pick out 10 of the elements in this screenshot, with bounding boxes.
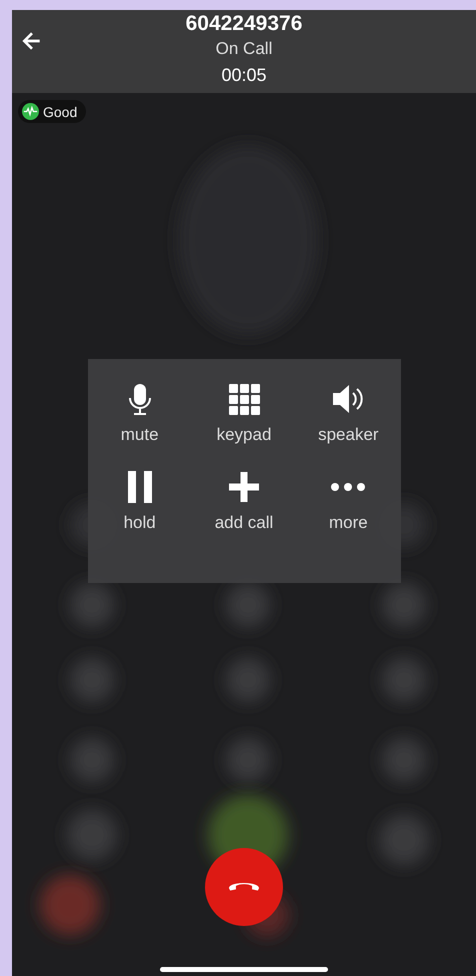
quality-label: Good: [43, 104, 78, 120]
phone-number: 6042249376: [186, 12, 302, 36]
call-control-button[interactable]: more: [296, 469, 400, 533]
call-control-button[interactable]: add call: [192, 469, 296, 533]
call-timer: 00:05: [221, 65, 267, 86]
call-control-button[interactable]: speaker: [296, 381, 400, 445]
call-control-button[interactable]: mute: [88, 381, 192, 445]
call-control-button[interactable]: keypad: [192, 381, 296, 445]
call-control-button[interactable]: hold: [88, 469, 192, 533]
call-status: On Call: [216, 39, 272, 59]
